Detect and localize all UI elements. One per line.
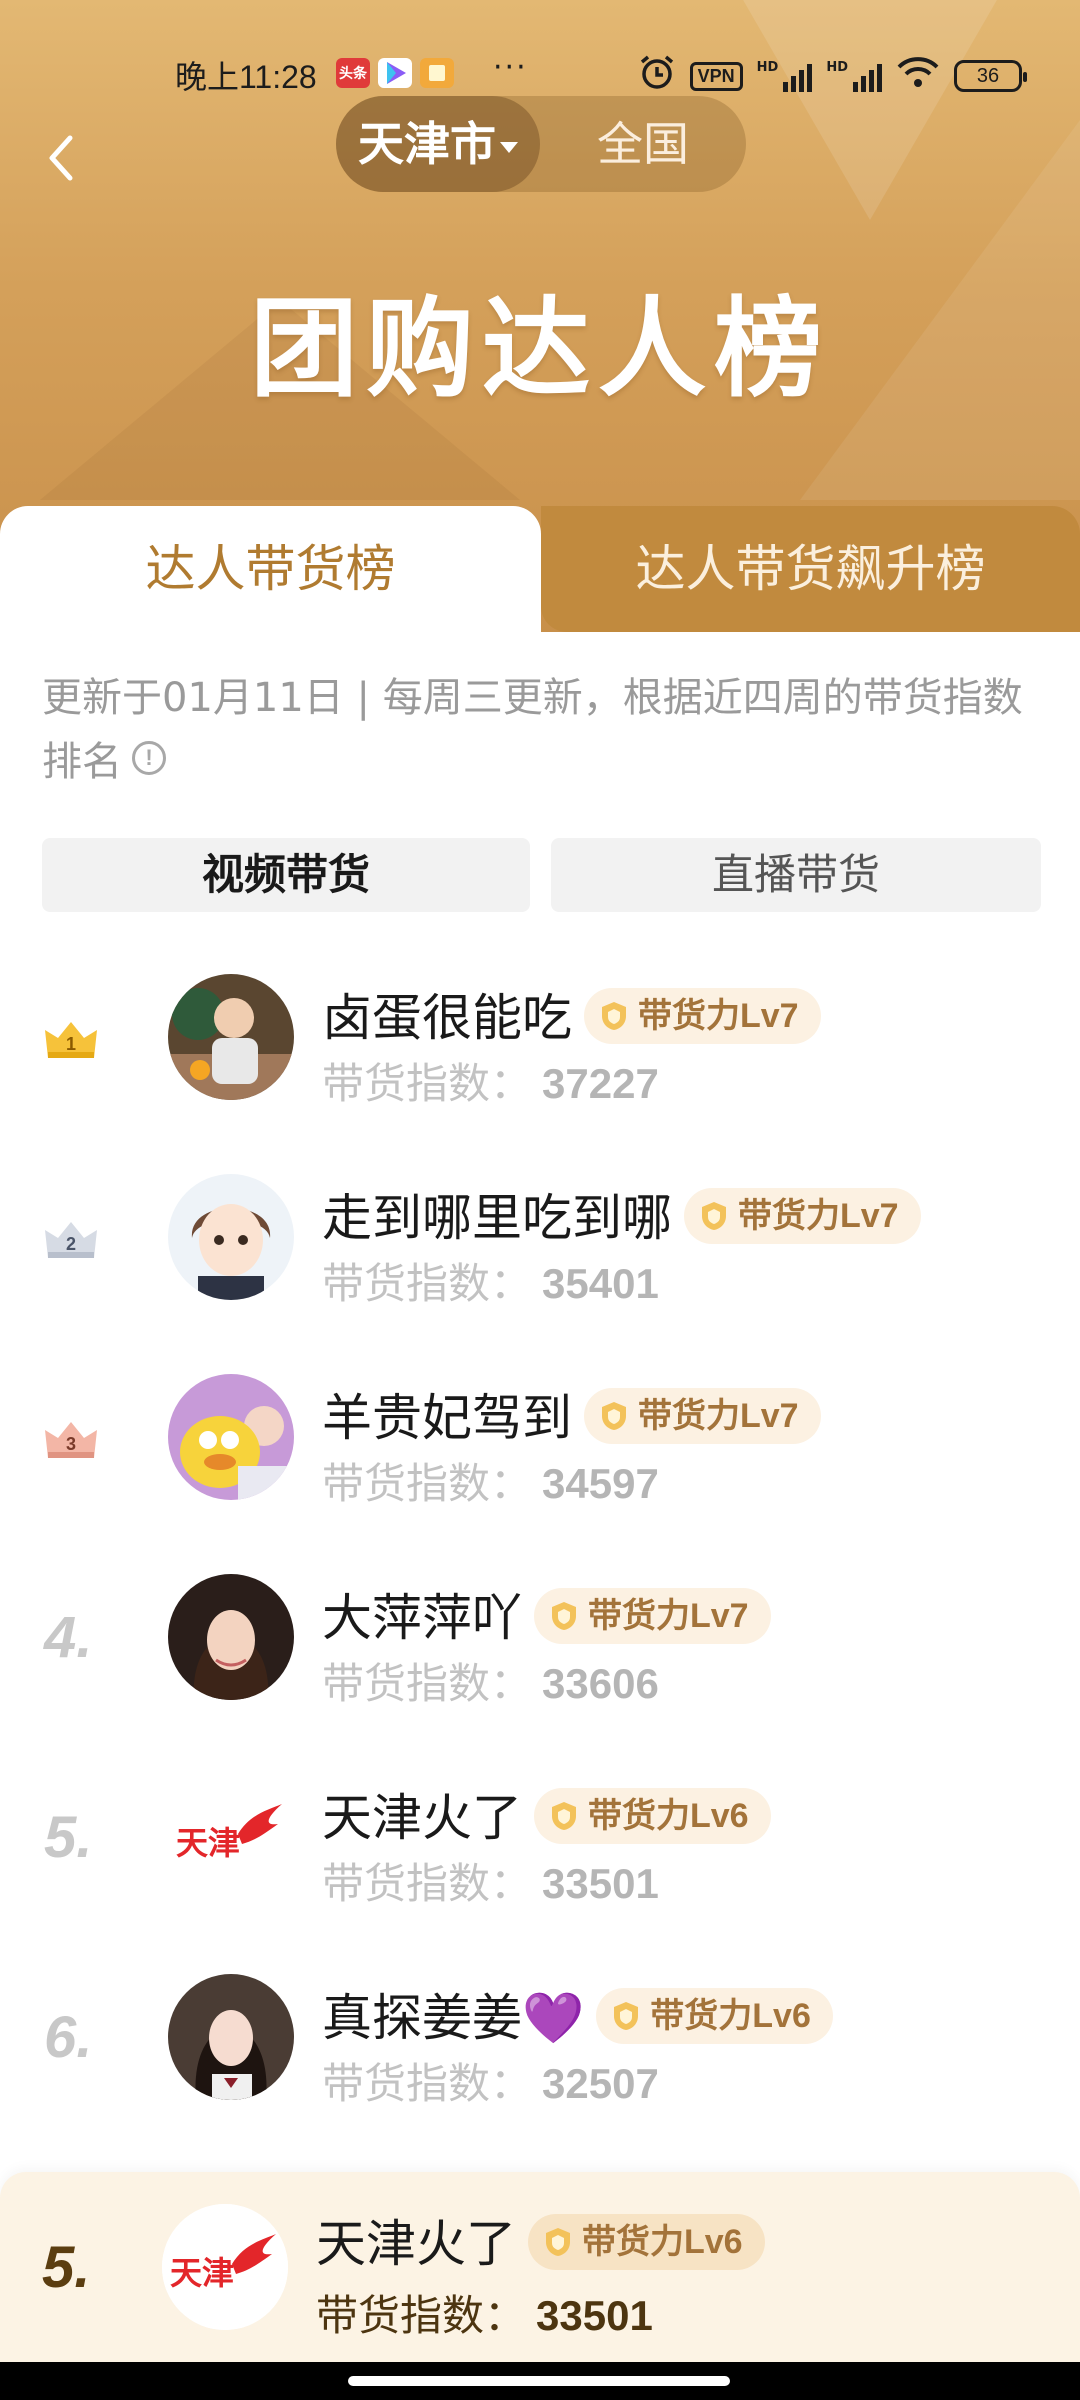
level-badge: 带货力Lv6 bbox=[534, 1788, 771, 1844]
nationwide-option[interactable]: 全国 bbox=[540, 96, 746, 192]
creator-name: 真探姜姜💜 带货力Lv6 bbox=[322, 1978, 833, 2050]
creator-name: 大萍萍吖 带货力Lv7 bbox=[322, 1578, 771, 1650]
my-rank-card[interactable]: 5. 天津 天津火了 带货力Lv6 带货指数： 33501 bbox=[0, 2172, 1080, 2362]
sales-index: 带货指数： 34597 bbox=[322, 1459, 659, 1508]
battery-icon: 36 bbox=[954, 60, 1027, 92]
level-badge: 带货力Lv7 bbox=[534, 1588, 771, 1644]
level-badge: 带货力Lv7 bbox=[584, 988, 821, 1044]
avatar[interactable] bbox=[168, 1174, 294, 1300]
list-item[interactable]: 2 走到哪里吃到哪 带货力Lv7 带货指数： 35401 bbox=[0, 1138, 1080, 1338]
avatar[interactable]: 天津 bbox=[168, 1774, 294, 1900]
shield-icon bbox=[702, 1202, 726, 1230]
toutiao-icon: 头条 bbox=[336, 58, 370, 88]
rank-number: 6. bbox=[44, 2005, 93, 2070]
svg-text:2: 2 bbox=[66, 1234, 76, 1254]
reader-app-icon bbox=[420, 58, 454, 88]
home-indicator[interactable] bbox=[348, 2376, 730, 2386]
shield-icon bbox=[602, 1002, 626, 1030]
shield-icon bbox=[552, 1802, 576, 1830]
wifi-icon bbox=[896, 55, 940, 97]
rank-number: 5. bbox=[44, 1805, 93, 1870]
bronze-crown-icon: 3 bbox=[45, 1422, 97, 1458]
city-selected-label: 天津市 bbox=[358, 117, 496, 171]
ranking-list: 1 卤蛋很能吃 带货力Lv7 带货指数： 37227 2 走到哪里吃到哪 带货力Lv7… bbox=[0, 938, 1080, 2138]
ranking-tabs: 达人带货榜 达人带货飙升榜 bbox=[0, 506, 1080, 632]
shield-icon bbox=[602, 1402, 626, 1430]
avatar[interactable] bbox=[168, 1974, 294, 2100]
signal-icon-1: HD bbox=[757, 60, 813, 92]
svg-text:天津: 天津 bbox=[176, 1824, 240, 1862]
video-app-icon bbox=[378, 58, 412, 88]
sales-index: 带货指数： 35401 bbox=[322, 1259, 659, 1308]
rank-number: 4. bbox=[44, 1605, 93, 1670]
list-item[interactable]: 6. 真探姜姜💜 带货力Lv6 带货指数： 32507 bbox=[0, 1938, 1080, 2138]
creator-name: 走到哪里吃到哪 带货力Lv7 bbox=[322, 1178, 921, 1250]
sales-index: 带货指数： 33606 bbox=[322, 1659, 659, 1708]
tab-rising-ranking[interactable]: 达人带货飙升榜 bbox=[541, 506, 1080, 632]
shield-icon bbox=[546, 2228, 570, 2256]
page-title: 团购达人榜 bbox=[249, 287, 830, 412]
city-selector[interactable]: 天津市 bbox=[336, 96, 540, 192]
chevron-left-icon bbox=[49, 135, 73, 181]
segment-video-sales[interactable]: 视频带货 bbox=[42, 838, 530, 912]
creator-name: 羊贵妃驾到 带货力Lv7 bbox=[322, 1378, 821, 1450]
signal-icon-2: HD bbox=[826, 60, 882, 92]
sales-index: 带货指数： 33501 bbox=[322, 1859, 659, 1908]
rank-number: 5. bbox=[42, 2235, 91, 2300]
level-badge: 带货力Lv7 bbox=[584, 1388, 821, 1444]
info-icon[interactable]: ! bbox=[132, 741, 166, 775]
svg-text:1: 1 bbox=[66, 1034, 76, 1054]
status-bar: 晚上11:28 头条 ··· VPN HD HD 36 bbox=[0, 50, 1080, 98]
avatar[interactable] bbox=[168, 1374, 294, 1500]
level-badge: 带货力Lv6 bbox=[596, 1988, 833, 2044]
back-button[interactable] bbox=[42, 130, 82, 186]
alarm-icon bbox=[638, 54, 676, 98]
svg-text:天津: 天津 bbox=[170, 2254, 234, 2292]
list-item[interactable]: 4. 大萍萍吖 带货力Lv7 带货指数： 33606 bbox=[0, 1538, 1080, 1738]
creator-name: 卤蛋很能吃 带货力Lv7 bbox=[322, 978, 821, 1050]
svg-text:3: 3 bbox=[66, 1434, 76, 1454]
gold-crown-icon: 1 bbox=[45, 1022, 97, 1058]
status-time: 晚上11:28 bbox=[175, 59, 317, 95]
list-item[interactable]: 3 羊贵妃驾到 带货力Lv7 带货指数： 34597 bbox=[0, 1338, 1080, 1538]
system-nav-bar bbox=[0, 2362, 1080, 2400]
creator-name: 天津火了 带货力Lv6 bbox=[322, 1778, 771, 1850]
sales-index: 带货指数： 32507 bbox=[322, 2059, 659, 2108]
update-notice: 更新于01月11日 | 每周三更新，根据近四周的带货指数排名! bbox=[42, 675, 1023, 785]
notification-icons: 头条 bbox=[336, 58, 454, 88]
shield-icon bbox=[614, 2002, 639, 2030]
more-notifications-icon: ··· bbox=[493, 50, 528, 85]
level-badge: 带货力Lv6 bbox=[528, 2214, 765, 2270]
level-badge: 带货力Lv7 bbox=[684, 1188, 921, 1244]
caret-down-icon bbox=[500, 142, 518, 153]
avatar[interactable] bbox=[168, 1574, 294, 1700]
sales-index: 带货指数： 37227 bbox=[322, 1059, 659, 1108]
list-item[interactable]: 1 卤蛋很能吃 带货力Lv7 带货指数： 37227 bbox=[0, 938, 1080, 1138]
tab-sales-ranking[interactable]: 达人带货榜 bbox=[0, 506, 541, 632]
sales-index: 带货指数： 33501 bbox=[316, 2291, 653, 2340]
silver-crown-icon: 2 bbox=[45, 1222, 97, 1258]
ranking-content: 更新于01月11日 | 每周三更新，根据近四周的带货指数排名! 视频带货 直播带… bbox=[0, 632, 1080, 2400]
list-item[interactable]: 5. 天津 天津火了 带货力Lv6 带货指数： 33501 bbox=[0, 1738, 1080, 1938]
system-icons: VPN HD HD 36 bbox=[638, 54, 1027, 98]
avatar[interactable]: 天津 bbox=[162, 2204, 288, 2330]
shield-icon bbox=[552, 1602, 576, 1630]
segment-live-sales[interactable]: 直播带货 bbox=[551, 838, 1041, 912]
avatar[interactable] bbox=[168, 974, 294, 1100]
creator-name: 天津火了 带货力Lv6 bbox=[316, 2204, 765, 2276]
vpn-icon: VPN bbox=[689, 61, 743, 91]
region-toggle: 天津市 全国 bbox=[336, 96, 746, 192]
